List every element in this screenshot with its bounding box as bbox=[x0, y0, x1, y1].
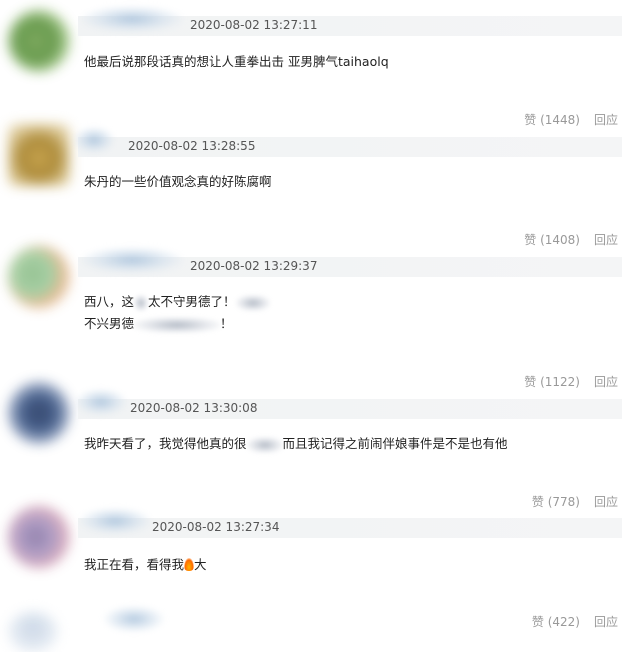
timestamp: 2020-08-02 13:29:37 bbox=[190, 259, 318, 273]
username-redacted[interactable] bbox=[104, 606, 164, 632]
avatar[interactable] bbox=[8, 124, 70, 186]
like-button[interactable]: 赞 (1448) bbox=[524, 113, 580, 127]
comment-text-part: ！ bbox=[220, 316, 233, 331]
comment-meta-bar: 2020-08-02 13:29:37 bbox=[78, 247, 622, 277]
comment-text: 朱丹的一些价值观念真的好陈腐啊 bbox=[84, 174, 272, 189]
comment-meta-bar: 2020-08-02 13:28:55 bbox=[74, 127, 622, 157]
reply-button[interactable]: 回应 bbox=[594, 375, 618, 389]
comment-text-part: 西八，这 bbox=[84, 294, 135, 309]
redacted-text bbox=[246, 436, 283, 453]
username-redacted[interactable] bbox=[80, 508, 150, 534]
like-button[interactable]: 赞 (422) bbox=[532, 615, 580, 629]
timestamp: 2020-08-02 13:27:34 bbox=[152, 520, 280, 534]
comment-text-part: 不兴男德 bbox=[84, 316, 135, 331]
comment-text: 我昨天看了，我觉得他真的很 而且我记得之前闹伴娘事件是不是也有他 bbox=[84, 434, 508, 454]
avatar[interactable] bbox=[8, 612, 58, 652]
comment-meta-bar: 2020-08-02 13:27:34 bbox=[78, 508, 622, 538]
comment-text-part: 我正在看，看得我 bbox=[84, 557, 185, 572]
comment-actions: 赞 (1408) 回应 bbox=[524, 231, 618, 248]
avatar[interactable] bbox=[8, 382, 70, 444]
timestamp: 2020-08-02 13:28:55 bbox=[128, 139, 256, 153]
redacted-text bbox=[134, 294, 149, 311]
redacted-text bbox=[235, 294, 270, 311]
like-button[interactable]: 赞 (1408) bbox=[524, 233, 580, 247]
fire-emoji-icon bbox=[184, 558, 195, 571]
reply-button[interactable]: 回应 bbox=[594, 615, 618, 629]
comment-actions: 赞 (1122) 回应 bbox=[524, 373, 618, 390]
comment-meta-bar: 2020-08-02 13:27:11 bbox=[78, 6, 622, 36]
comment-text-part: 我昨天看了，我觉得他真的很 bbox=[84, 436, 247, 451]
username-redacted[interactable] bbox=[82, 6, 182, 32]
avatar[interactable] bbox=[8, 246, 70, 308]
comment-actions: 赞 (422) 回应 bbox=[532, 613, 618, 630]
avatar[interactable] bbox=[8, 506, 70, 568]
redacted-text bbox=[134, 316, 221, 333]
like-button[interactable]: 赞 (778) bbox=[532, 495, 580, 509]
comment-text: 我正在看，看得我大 bbox=[84, 555, 207, 575]
comment-actions: 赞 (778) 回应 bbox=[532, 493, 618, 510]
comment-text-part: 太不守男德了！ bbox=[148, 294, 236, 309]
avatar[interactable] bbox=[8, 10, 70, 72]
username-redacted[interactable] bbox=[76, 389, 126, 415]
timestamp: 2020-08-02 13:30:08 bbox=[130, 401, 258, 415]
reply-button[interactable]: 回应 bbox=[594, 495, 618, 509]
comment-text: 西八，这 太不守男德了！ bbox=[84, 292, 270, 312]
comment-text: 不兴男德 ！ bbox=[84, 314, 233, 334]
username-redacted[interactable] bbox=[82, 247, 182, 273]
comment-meta-bar: 2020-08-02 13:30:08 bbox=[76, 389, 622, 419]
comment-actions: 赞 (1448) 回应 bbox=[524, 111, 618, 128]
timestamp: 2020-08-02 13:27:11 bbox=[190, 18, 318, 32]
reply-button[interactable]: 回应 bbox=[594, 233, 618, 247]
comment-text-part: 而且我记得之前闹伴娘事件是不是也有他 bbox=[282, 436, 508, 451]
comment-text-part: 大 bbox=[194, 557, 207, 572]
reply-button[interactable]: 回应 bbox=[594, 113, 618, 127]
username-redacted[interactable] bbox=[74, 127, 114, 153]
like-button[interactable]: 赞 (1122) bbox=[524, 375, 580, 389]
comment-text: 他最后说那段话真的想让人重拳出击 亚男脾气taihaolq bbox=[84, 54, 389, 69]
